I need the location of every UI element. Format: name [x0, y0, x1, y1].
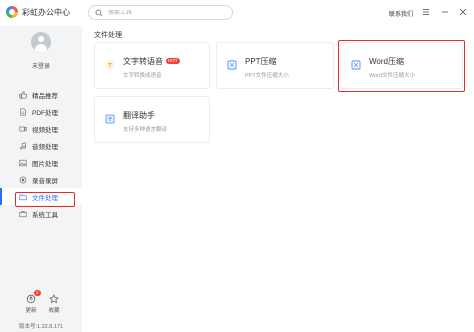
update-label: 更新: [25, 308, 37, 314]
tool-card-text-to-speech[interactable]: 文字转语音 HOT 文字转换成语音: [94, 42, 210, 89]
app-title: 彩虹办公中心: [22, 7, 70, 17]
image-icon: [19, 159, 27, 167]
thumbs-up-icon: [19, 90, 27, 99]
card-title: 文字转语音 HOT: [123, 57, 180, 66]
sidebar-item-pdf[interactable]: PDF处理: [0, 103, 82, 120]
search-icon: [95, 8, 103, 17]
avatar[interactable]: [31, 32, 51, 52]
video-icon: [19, 125, 27, 133]
card-description: PPT文件压缩大小: [245, 73, 289, 79]
section-title: 文件处理: [94, 32, 122, 39]
contact-us-link[interactable]: 联系我们: [389, 9, 413, 18]
sidebar-item-record[interactable]: 录音录屏: [0, 171, 82, 188]
card-description: 文字转换成语音: [123, 73, 162, 79]
speech-icon: [105, 60, 115, 70]
search-input[interactable]: [108, 9, 218, 16]
pdf-icon: [19, 107, 27, 116]
app-logo: 彩虹办公中心: [6, 6, 70, 18]
highlight-box-card: [338, 40, 465, 92]
minimize-icon[interactable]: [440, 7, 450, 17]
card-title: 翻译助手: [123, 111, 155, 120]
login-status[interactable]: 未登录: [0, 61, 82, 70]
sidebar-item-video[interactable]: 视频处理: [0, 120, 82, 137]
favorite-button[interactable]: 收藏: [43, 294, 65, 314]
translate-icon: [105, 114, 115, 124]
close-icon[interactable]: [458, 7, 468, 17]
search-box[interactable]: [88, 5, 233, 20]
version-label: 版本号:1.22.8.171: [18, 324, 64, 330]
rainbow-logo-icon: [6, 6, 18, 18]
sidebar-item-recommended[interactable]: 精品推荐: [0, 86, 82, 103]
sidebar-item-image[interactable]: 图片处理: [0, 154, 82, 171]
title-bar: 彩虹办公中心 联系我们: [0, 0, 474, 26]
favorite-label: 收藏: [48, 308, 60, 314]
card-title: PPT压缩: [245, 57, 277, 66]
update-button[interactable]: 2 更新: [20, 290, 42, 314]
hot-badge: HOT: [166, 58, 180, 64]
compress-icon: [227, 60, 237, 70]
tool-card-translator[interactable]: 翻译助手 支持多种语言翻译: [94, 96, 210, 143]
menu-icon[interactable]: [421, 7, 431, 17]
record-icon: [19, 176, 27, 184]
tool-card-ppt-compress[interactable]: PPT压缩 PPT文件压缩大小: [216, 42, 334, 89]
star-icon: [49, 294, 59, 304]
card-description: 支持多种语言翻译: [123, 127, 168, 133]
sidebar-item-system[interactable]: 系统工具: [0, 205, 82, 222]
sidebar: 未登录 精品推荐 PDF处理 视频处理 音频处理 图片处理 录音录屏 文件处理: [0, 26, 82, 332]
audio-icon: [19, 141, 27, 150]
toolbox-icon: [19, 210, 27, 218]
highlight-box-sidebar: [15, 192, 75, 207]
sidebar-item-audio[interactable]: 音频处理: [0, 137, 82, 154]
update-count-badge: 2: [34, 290, 41, 296]
